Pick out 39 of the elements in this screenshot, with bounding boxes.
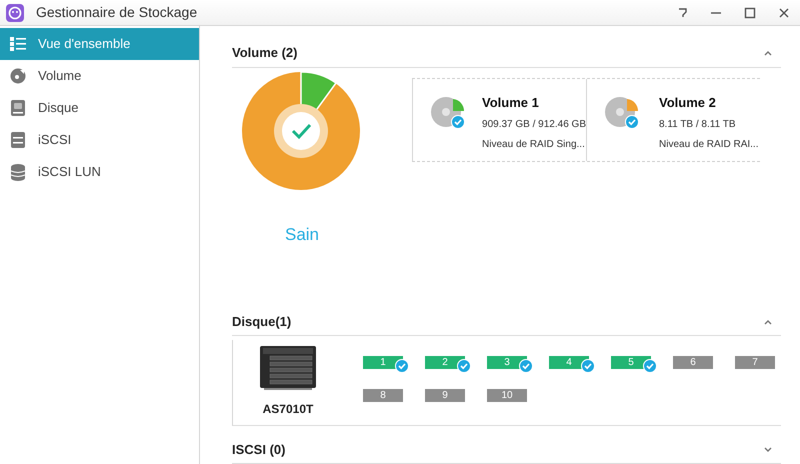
check-icon <box>519 359 533 374</box>
nas-device-drawing <box>260 346 316 390</box>
sidebar-item[interactable]: iSCSI LUN <box>0 156 199 188</box>
window-title: Gestionnaire de Stockage <box>36 3 198 22</box>
volume-card[interactable]: Volume 2 8.11 TB / 8.11 TB Niveau de RAID RAI... <box>586 78 760 160</box>
volume-card[interactable]: Volume 1 909.37 GB / 912.46 GB Niveau de RAID Sing... <box>412 78 586 160</box>
raid-level: Niveau de RAID Sing... <box>482 138 586 152</box>
chevron-icon[interactable] <box>763 48 773 57</box>
check-icon <box>457 359 471 374</box>
volume-name: Volume 1 <box>482 94 540 112</box>
check-icon <box>581 359 595 374</box>
disc-icon <box>10 68 26 84</box>
app-icon <box>6 4 24 22</box>
sidebar-item[interactable]: Vue d'ensemble <box>0 28 199 60</box>
chevron-icon[interactable] <box>763 318 773 326</box>
check-icon <box>643 359 657 374</box>
chevron-icon[interactable] <box>763 445 773 454</box>
raid-level: Niveau de RAID RAI... <box>659 138 758 152</box>
volume-name: Volume 2 <box>659 94 717 112</box>
sidebar-item[interactable]: Volume <box>0 60 199 92</box>
server-icon <box>11 132 25 148</box>
database-icon <box>11 164 25 180</box>
check-icon <box>395 359 409 374</box>
list-icon <box>10 37 26 51</box>
sidebar-item[interactable]: Disque <box>0 92 199 124</box>
drive-icon <box>11 100 25 116</box>
check-icon <box>625 114 639 128</box>
maximize-icon[interactable] <box>744 6 756 18</box>
close-icon[interactable] <box>778 6 790 18</box>
volume-usage: 8.11 TB / 8.11 TB <box>659 118 737 132</box>
section-title: Volume (2) <box>232 44 298 62</box>
volume-usage: 909.37 GB / 912.46 GB <box>482 118 586 132</box>
section-title: ISCSI (0) <box>232 440 286 459</box>
device-name: AS7010T <box>262 401 314 418</box>
help-icon[interactable] <box>678 6 688 18</box>
section-title: Disque(1) <box>232 312 292 331</box>
health-status: Sain <box>284 224 320 246</box>
sidebar-item[interactable]: iSCSI <box>0 124 199 156</box>
check-icon <box>451 114 465 128</box>
